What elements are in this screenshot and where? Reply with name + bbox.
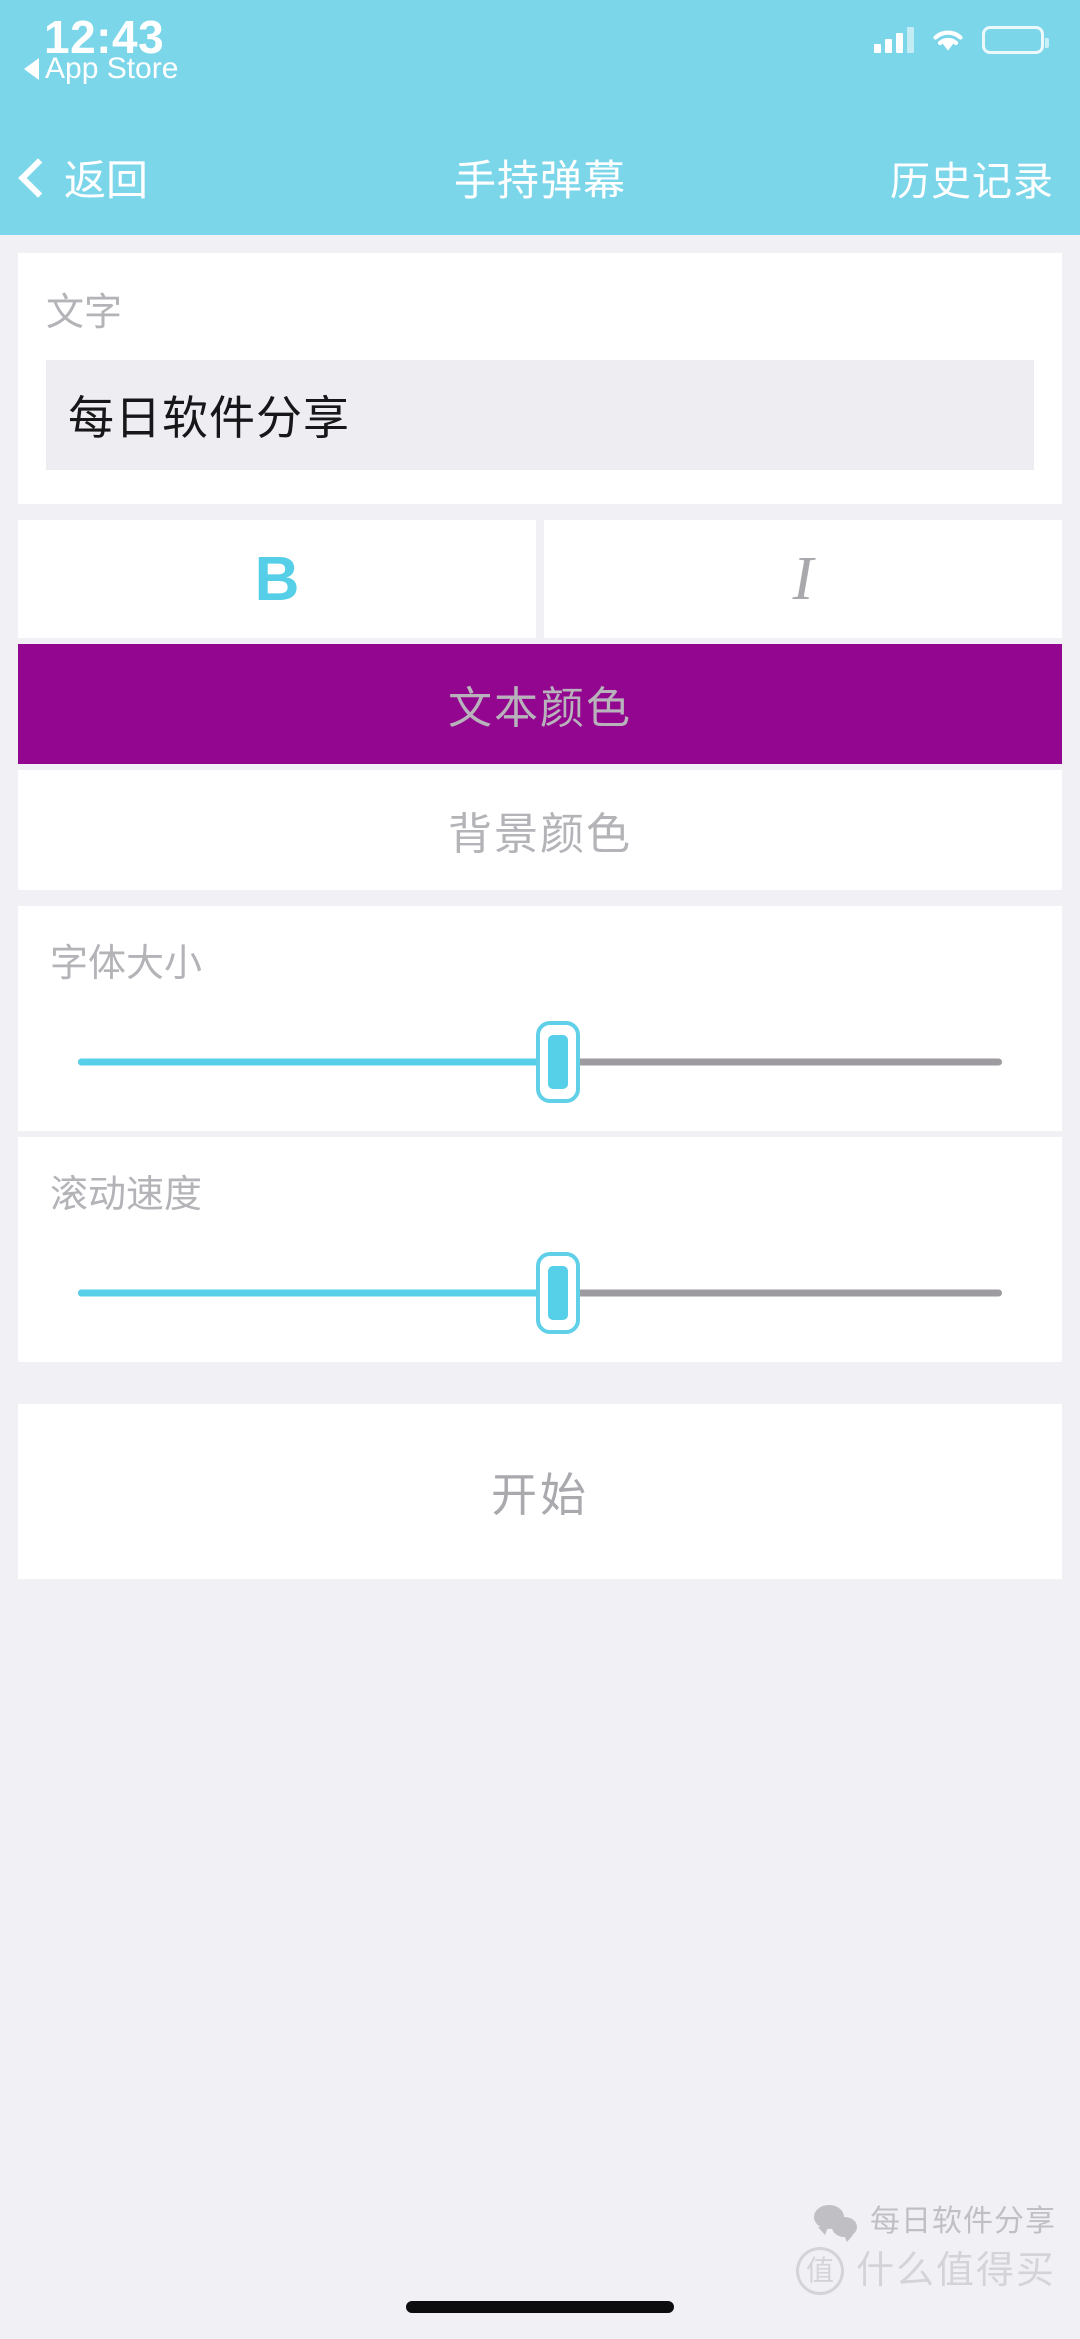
italic-button[interactable]: I <box>544 520 1062 638</box>
wechat-icon <box>814 2205 860 2242</box>
background-color-label: 背景颜色 <box>448 810 632 859</box>
back-triangle-icon <box>24 58 39 80</box>
scroll-speed-slider-fill <box>78 1289 559 1297</box>
start-button-label: 开始 <box>491 1468 589 1521</box>
battery-icon <box>982 26 1049 54</box>
font-size-label: 字体大小 <box>50 943 203 985</box>
watermark-account: 每日软件分享 <box>796 2205 1056 2242</box>
text-input-value: 每日软件分享 <box>68 392 350 444</box>
return-to-app-store-link[interactable]: App Store <box>24 52 178 86</box>
phone-screen: 12:43 App Store 返回 手持弹幕 历史记录 文字 每日软件分享 B… <box>0 0 1080 2339</box>
smzdm-logo-icon: 值 <box>795 2247 844 2295</box>
background-color-button[interactable]: 背景颜色 <box>18 770 1062 890</box>
font-size-thumb-inner <box>548 1035 569 1089</box>
text-field-label: 文字 <box>46 292 123 334</box>
chevron-left-icon <box>18 157 58 198</box>
nav-back-label: 返回 <box>64 157 149 204</box>
scroll-speed-section: 滚动速度 <box>18 1137 1062 1362</box>
font-size-slider-thumb[interactable] <box>536 1021 581 1103</box>
page-title: 手持弹幕 <box>453 157 627 204</box>
watermark-site: 值 什么值得买 <box>795 2247 1056 2295</box>
scroll-speed-slider-thumb[interactable] <box>536 1252 581 1334</box>
scroll-speed-slider[interactable] <box>78 1252 1002 1334</box>
style-button-row: B I <box>18 520 1062 638</box>
font-size-slider-fill <box>78 1058 559 1066</box>
scroll-speed-label: 滚动速度 <box>50 1174 203 1216</box>
history-button[interactable]: 历史记录 <box>890 149 1054 207</box>
bold-label: B <box>254 544 300 614</box>
wifi-icon <box>933 30 963 51</box>
italic-label: I <box>792 544 814 613</box>
bottom-area: 每日软件分享 值 什么值得买 <box>0 1959 1080 2339</box>
status-bar: 12:43 App Store <box>0 0 1080 120</box>
text-color-button[interactable]: 文本颜色 <box>18 644 1062 764</box>
nav-bar: 返回 手持弹幕 历史记录 <box>0 120 1080 235</box>
watermark-account-name: 每日软件分享 <box>870 2205 1056 2238</box>
bold-button[interactable]: B <box>18 520 536 638</box>
start-button[interactable]: 开始 <box>18 1404 1062 1579</box>
font-size-section: 字体大小 <box>18 906 1062 1131</box>
scroll-speed-thumb-inner <box>548 1266 569 1320</box>
font-size-slider[interactable] <box>78 1021 1002 1103</box>
main-content: 文字 每日软件分享 B I 文本颜色 背景颜色 字体大小 滚动速度 开始 <box>0 235 1080 1959</box>
watermark-site-name: 什么值得买 <box>855 2250 1056 2292</box>
text-input[interactable]: 每日软件分享 <box>46 360 1034 470</box>
text-color-label: 文本颜色 <box>448 684 632 733</box>
status-bar-indicators <box>874 26 1049 54</box>
text-field-card: 文字 每日软件分享 <box>18 253 1062 504</box>
watermark: 每日软件分享 值 什么值得买 <box>795 2205 1056 2295</box>
back-app-label: App Store <box>45 52 179 85</box>
nav-back-button[interactable]: 返回 <box>18 147 148 208</box>
home-indicator[interactable] <box>406 2301 674 2313</box>
cellular-signal-icon <box>874 27 914 53</box>
